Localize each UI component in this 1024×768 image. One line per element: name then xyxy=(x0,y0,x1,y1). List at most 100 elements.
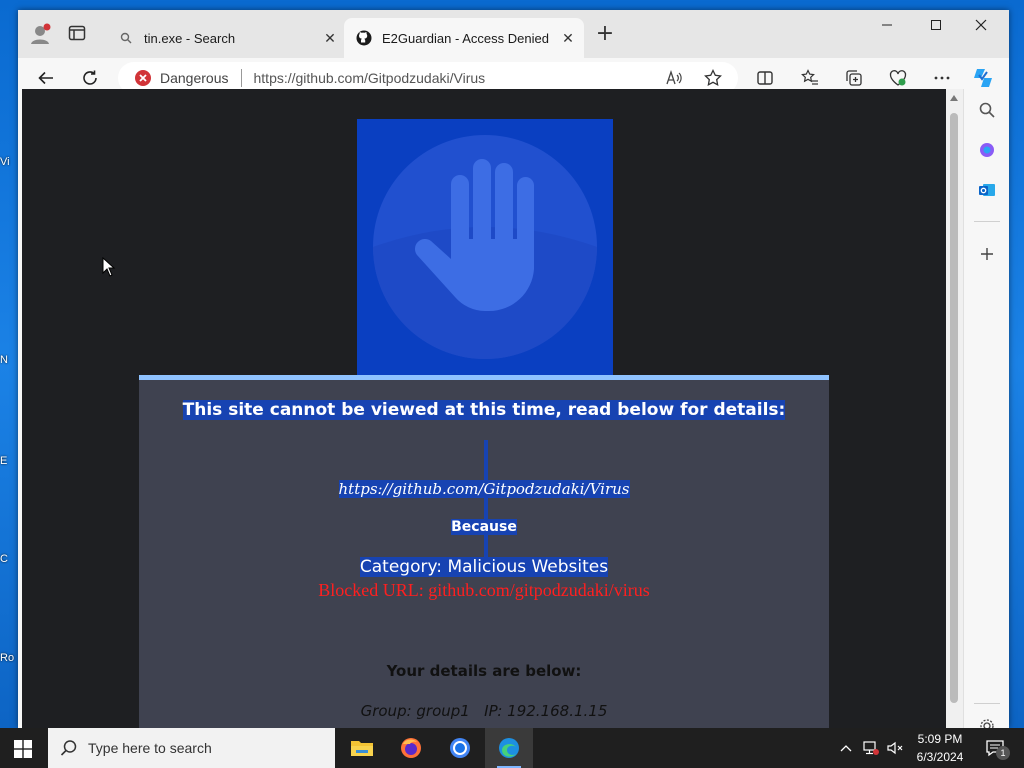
blocked-hand-image xyxy=(357,119,613,375)
edge-sidebar xyxy=(963,89,1009,728)
copilot-icon xyxy=(974,69,992,87)
taskbar-search-box[interactable]: Type here to search xyxy=(48,728,335,768)
close-window-button[interactable] xyxy=(958,18,1004,42)
tab-access-denied[interactable]: E2Guardian - Access Denied ✕ xyxy=(344,18,584,58)
taskbar-file-explorer[interactable] xyxy=(338,728,386,768)
page-title-text: This site cannot be viewed at this time,… xyxy=(182,400,786,420)
back-button[interactable] xyxy=(34,66,58,90)
blocked-url-line: https://github.com/Gitpodzudaki/Virus xyxy=(139,480,829,498)
workspaces-icon[interactable] xyxy=(68,24,86,42)
search-icon xyxy=(118,30,134,46)
show-hidden-icons-button[interactable] xyxy=(836,728,856,768)
read-aloud-icon xyxy=(666,69,682,85)
speaker-muted-icon xyxy=(887,741,903,755)
split-screen-icon xyxy=(757,71,773,85)
desktop-icon-label[interactable]: Vi xyxy=(0,156,18,168)
network-button[interactable] xyxy=(860,728,882,768)
danger-icon[interactable] xyxy=(134,69,152,87)
outlook-icon xyxy=(979,184,995,196)
scroll-up-arrow-icon[interactable] xyxy=(950,95,958,101)
gear-icon xyxy=(980,719,994,728)
tab-search[interactable]: tin.exe - Search ✕ xyxy=(106,18,346,58)
new-tab-button[interactable]: + xyxy=(594,23,616,46)
read-aloud-button[interactable] xyxy=(662,66,686,90)
discover-icon xyxy=(980,143,994,157)
windows-start-icon[interactable] xyxy=(14,740,32,758)
edge-icon xyxy=(499,738,519,758)
desktop-icon-label[interactable]: E xyxy=(0,455,18,467)
url-text[interactable]: https://github.com/Gitpodzudaki/Virus xyxy=(254,70,486,86)
back-arrow-icon xyxy=(38,71,53,85)
profile-icon[interactable] xyxy=(28,22,52,46)
close-tab-icon[interactable]: ✕ xyxy=(560,30,576,46)
tab-title: E2Guardian - Access Denied xyxy=(382,30,549,46)
collections-icon xyxy=(846,70,862,86)
sidebar-copilot-button[interactable] xyxy=(976,139,998,161)
favorite-button[interactable] xyxy=(701,66,725,90)
maximize-icon xyxy=(931,20,941,30)
sidebar-search-button[interactable] xyxy=(976,99,998,121)
search-icon xyxy=(979,102,995,118)
sidebar-outlook-button[interactable] xyxy=(976,179,998,201)
split-screen-button[interactable] xyxy=(753,66,777,90)
tab-bar: tin.exe - Search ✕ E2Guardian - Access D… xyxy=(18,10,1009,58)
group-ip-info: Group: group1 IP: 192.168.1.15 xyxy=(360,702,608,720)
chevron-up-icon xyxy=(840,745,852,752)
sidebar-settings-button[interactable] xyxy=(976,715,998,728)
minimize-icon xyxy=(882,24,892,26)
clock-time: 5:09 PM xyxy=(917,732,963,746)
desktop-icon-label[interactable]: N xyxy=(0,354,18,366)
browser-essentials-button[interactable] xyxy=(886,66,910,90)
tab-title: tin.exe - Search xyxy=(144,30,236,46)
address-divider xyxy=(240,69,242,87)
favorites-list-icon xyxy=(801,69,818,85)
taskbar: Type here to search 5:09 PM 6/3/2024 1 xyxy=(0,728,1024,768)
star-icon xyxy=(704,69,722,87)
more-options-icon xyxy=(934,76,950,80)
because-text: Because xyxy=(451,519,517,535)
search-placeholder: Type here to search xyxy=(88,740,212,756)
taskbar-edge[interactable] xyxy=(485,728,533,768)
site-security-label[interactable]: Dangerous xyxy=(160,70,229,86)
category-line: Category: Malicious Websites xyxy=(139,557,829,577)
page-scrollbar[interactable] xyxy=(946,89,963,728)
desktop-icon-label[interactable]: C xyxy=(0,553,18,565)
collections-button[interactable] xyxy=(842,66,866,90)
browser-window: tin.exe - Search ✕ E2Guardian - Access D… xyxy=(18,10,1009,728)
firefox-icon xyxy=(401,738,421,758)
volume-button[interactable] xyxy=(884,728,906,768)
minimize-button[interactable] xyxy=(864,18,910,42)
requested-url-text: https://github.com/Gitpodzudaki/Virus xyxy=(338,480,630,498)
sidebar-add-button[interactable] xyxy=(976,243,998,265)
category-text: Category: Malicious Websites xyxy=(359,557,609,577)
sidebar-divider xyxy=(974,221,1000,222)
maximize-button[interactable] xyxy=(913,18,959,42)
settings-more-button[interactable] xyxy=(930,66,954,90)
copilot-button[interactable] xyxy=(971,66,995,90)
taskbar-firefox[interactable] xyxy=(387,728,435,768)
network-disconnected-icon xyxy=(863,741,879,755)
close-tab-icon[interactable]: ✕ xyxy=(322,30,338,46)
scrollbar-thumb[interactable] xyxy=(950,113,958,703)
taskbar-clock[interactable]: 5:09 PM 6/3/2024 xyxy=(906,730,974,766)
highlight-line xyxy=(484,440,488,560)
clock-date: 6/3/2024 xyxy=(916,750,964,764)
search-icon xyxy=(60,740,77,756)
plus-icon xyxy=(981,248,993,260)
refresh-icon xyxy=(83,70,97,85)
favorites-button[interactable] xyxy=(798,66,822,90)
page-title: This site cannot be viewed at this time,… xyxy=(139,400,829,420)
refresh-button[interactable] xyxy=(78,66,102,90)
access-denied-panel: This site cannot be viewed at this time,… xyxy=(139,375,829,728)
details-heading: Your details are below: xyxy=(386,662,582,680)
page-viewport: This site cannot be viewed at this time,… xyxy=(22,89,946,728)
folder-icon xyxy=(351,741,373,756)
blocked-url-message: Blocked URL: github.com/gitpodzudaki/vir… xyxy=(318,580,650,600)
close-icon xyxy=(975,19,987,31)
sidebar-divider xyxy=(974,703,1000,704)
because-line: Because xyxy=(139,519,829,535)
notification-center-button[interactable]: 1 xyxy=(980,728,1010,768)
taskbar-chrome[interactable] xyxy=(436,728,484,768)
desktop-icon-label[interactable]: Ro xyxy=(0,652,18,664)
mouse-cursor-icon xyxy=(102,257,116,277)
